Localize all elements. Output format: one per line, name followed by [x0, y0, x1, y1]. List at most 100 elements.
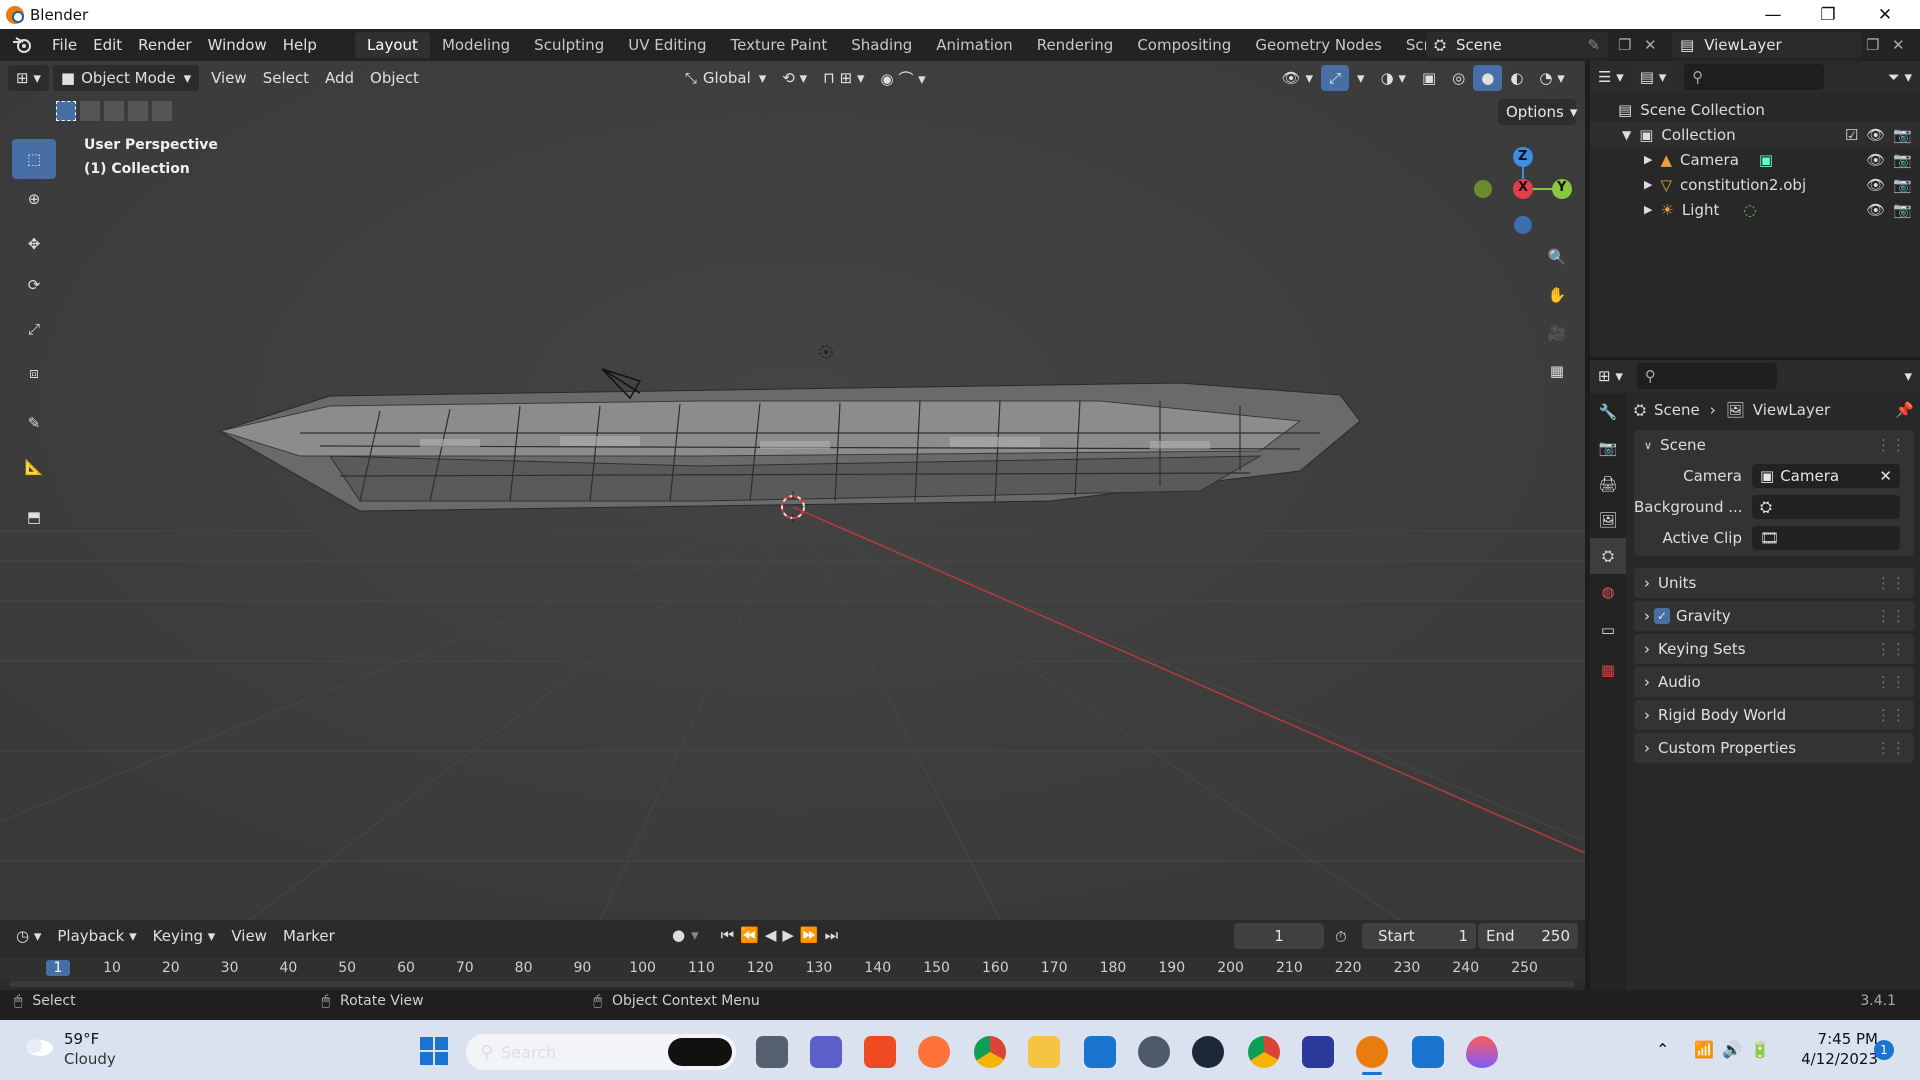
play-icon[interactable]: ▶	[782, 926, 794, 944]
drag-handle-icon[interactable]: ⋮⋮	[1876, 574, 1906, 592]
chrome-icon[interactable]	[974, 1036, 1006, 1068]
drag-handle-icon[interactable]: ⋮⋮	[1876, 640, 1906, 658]
shading-material-icon[interactable]: ◐	[1502, 65, 1531, 91]
tab-rendering[interactable]: Rendering	[1025, 32, 1126, 58]
transform-tool[interactable]: ⧈	[12, 353, 56, 393]
display-mode-icon[interactable]: ▤ ▾	[1631, 64, 1675, 90]
timeline-editor-type-icon[interactable]: ◷ ▾	[8, 923, 49, 949]
drag-handle-icon[interactable]: ⋮⋮	[1876, 607, 1906, 625]
current-frame-field[interactable]: 1	[1234, 923, 1324, 949]
3d-viewport[interactable]: ⊞ ▾ ■ Object Mode ▾ View Select Add Obje…	[0, 61, 1585, 920]
tab-shading[interactable]: Shading	[839, 32, 924, 58]
pin-icon[interactable]: 📌	[1895, 401, 1914, 419]
outliner-row-mesh[interactable]: ▶ ▽ constitution2.obj 👁 📷	[1590, 172, 1920, 197]
new-scene-icon[interactable]: ❐	[1618, 36, 1631, 54]
viewport-menu-object[interactable]: Object	[362, 65, 427, 91]
visibility-icon[interactable]: 👁 ▾	[1274, 65, 1321, 91]
options-dropdown[interactable]: Options ▾	[1498, 99, 1577, 125]
timeline-scrollbar[interactable]	[10, 981, 1575, 987]
new-viewlayer-icon[interactable]: ❐	[1866, 36, 1879, 54]
tab-geometry-nodes[interactable]: Geometry Nodes	[1243, 32, 1394, 58]
cortana-c-icon[interactable]	[1412, 1036, 1444, 1068]
menu-edit[interactable]: Edit	[85, 36, 130, 54]
steam-icon[interactable]	[1192, 1036, 1224, 1068]
outliner-row-camera[interactable]: ▶ ▲ Camera ▣ 👁 📷	[1590, 147, 1920, 172]
firefox-icon[interactable]	[918, 1036, 950, 1068]
visibility-eye-icon[interactable]: 👁	[1866, 201, 1885, 219]
security-shield-icon[interactable]	[1084, 1036, 1116, 1068]
blender-menu-icon[interactable]	[0, 36, 44, 54]
timeline-menu-playback[interactable]: Playback ▾	[49, 923, 144, 949]
viewport-menu-add[interactable]: Add	[317, 65, 362, 91]
weather-temp[interactable]: 59°F	[64, 1030, 99, 1048]
notification-badge[interactable]: 1	[1874, 1040, 1894, 1060]
cloud-icon[interactable]	[22, 1034, 54, 1058]
select-subtract-icon[interactable]	[104, 101, 124, 121]
properties-options-icon[interactable]: ▾	[1896, 363, 1920, 389]
timeline-menu-marker[interactable]: Marker	[275, 923, 343, 949]
light-data-icon[interactable]: ◌	[1743, 201, 1756, 219]
brave-browser-icon[interactable]	[864, 1036, 896, 1068]
panel-gravity[interactable]: › ✓ Gravity ⋮⋮	[1634, 601, 1914, 631]
minimize-button[interactable]: —	[1745, 0, 1801, 29]
panel-audio[interactable]: › Audio ⋮⋮	[1634, 667, 1914, 697]
cursor-tool[interactable]: ⊕	[12, 179, 56, 219]
overlay-icon[interactable]: ◑ ▾	[1373, 65, 1414, 91]
rotate-tool[interactable]: ⟳	[12, 265, 56, 305]
xray-icon[interactable]: ▣	[1414, 65, 1444, 91]
proportional-edit-icon[interactable]: ◉ ⌒ ▾	[873, 65, 934, 91]
zoom-icon[interactable]: 🔍	[1539, 239, 1575, 275]
render-tab-icon[interactable]: 📷	[1590, 430, 1626, 466]
camera-view-icon[interactable]: 🎥	[1539, 315, 1575, 351]
output-tab-icon[interactable]: 🖨	[1590, 466, 1626, 502]
menu-file[interactable]: File	[44, 36, 85, 54]
scale-tool[interactable]: ⤢	[12, 309, 56, 349]
teams-chat-icon[interactable]	[810, 1036, 842, 1068]
texture-tab-icon[interactable]: ▦	[1590, 650, 1626, 690]
visibility-eye-icon[interactable]: 👁	[1866, 151, 1885, 169]
stopwatch-icon[interactable]: ⏱	[1335, 928, 1347, 946]
menu-render[interactable]: Render	[130, 36, 199, 54]
tab-uv-editing[interactable]: UV Editing	[616, 32, 718, 58]
frame-ruler[interactable]: 1 10 20 30 40 50 60 70 80 90 100 110 120 130 140 150 160…	[0, 958, 1585, 980]
scene-tab-icon[interactable]: ⛭	[1590, 538, 1626, 574]
jump-start-icon[interactable]: ⏮	[721, 926, 735, 944]
end-frame-field[interactable]: End 250	[1478, 923, 1578, 949]
viewlayer-selector[interactable]: ▤ ViewLayer	[1672, 32, 1862, 58]
tab-animation[interactable]: Animation	[924, 32, 1024, 58]
collapse-arrow-icon[interactable]: ▶	[1644, 203, 1652, 216]
settings-gear-icon[interactable]	[1138, 1036, 1170, 1068]
editor-type-icon[interactable]: ⊞ ▾	[8, 65, 49, 91]
start-frame-field[interactable]: Start 1	[1362, 923, 1476, 949]
properties-search-input[interactable]: ⚲	[1636, 363, 1777, 389]
drag-handle-icon[interactable]: ⋮⋮	[1876, 436, 1906, 454]
shading-wireframe-icon[interactable]: ◎	[1444, 65, 1473, 91]
outliner-row-scene-collection[interactable]: ▤ Scene Collection	[1590, 97, 1920, 122]
tab-sculpting[interactable]: Sculpting	[522, 32, 616, 58]
gravity-checkbox[interactable]: ✓	[1654, 608, 1670, 624]
wifi-icon[interactable]: 📶	[1694, 1040, 1714, 1059]
shading-solid-icon[interactable]: ●	[1473, 65, 1503, 91]
tab-compositing[interactable]: Compositing	[1125, 32, 1243, 58]
menu-window[interactable]: Window	[200, 36, 275, 54]
record-dropdown-icon[interactable]: ▾	[691, 926, 699, 944]
transform-orientation[interactable]: ⤡ Global ▾	[677, 65, 774, 91]
outliner-row-collection[interactable]: ▼ ▣ Collection ☑ 👁 📷	[1590, 122, 1920, 147]
prev-keyframe-icon[interactable]: ⏪	[740, 926, 759, 944]
gizmo-toggle-icon[interactable]: ⤢	[1321, 65, 1350, 91]
weather-desc[interactable]: Cloudy	[64, 1050, 116, 1068]
panel-keying-sets[interactable]: › Keying Sets ⋮⋮	[1634, 634, 1914, 664]
taskbar-search-box[interactable]: ⚲ Search	[466, 1034, 736, 1070]
blender-taskbar-icon[interactable]	[1356, 1036, 1388, 1068]
menu-help[interactable]: Help	[275, 36, 325, 54]
maximize-button[interactable]: ❐	[1800, 0, 1856, 29]
record-icon[interactable]: ●	[672, 926, 685, 944]
play-reverse-icon[interactable]: ◀	[765, 926, 777, 944]
outliner-search-input[interactable]: ⚲	[1684, 64, 1825, 90]
panel-rigid-body-world[interactable]: › Rigid Body World ⋮⋮	[1634, 700, 1914, 730]
timeline-menu-view[interactable]: View	[223, 923, 275, 949]
gizmo-dropdown-icon[interactable]: ▾	[1349, 65, 1373, 91]
clock-time[interactable]: 7:45 PM	[1792, 1030, 1878, 1048]
scene-panel-header[interactable]: ∨ Scene ⋮⋮	[1634, 430, 1914, 460]
viewport-menu-view[interactable]: View	[203, 65, 255, 91]
